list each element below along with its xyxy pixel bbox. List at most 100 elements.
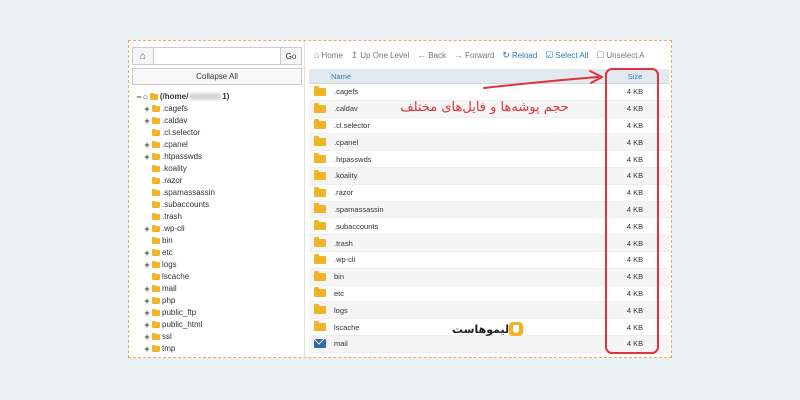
folder-icon — [314, 237, 326, 248]
folder-icon — [152, 344, 160, 352]
expand-toggle-icon[interactable]: + — [143, 103, 151, 115]
brand-watermark: لیموهاست — [448, 322, 524, 336]
expand-toggle-icon[interactable]: + — [143, 295, 151, 307]
tree-item[interactable]: + .caldav — [135, 115, 303, 127]
tree-item-label: ssl — [162, 332, 172, 341]
folder-icon — [314, 270, 326, 281]
redacted-username — [189, 93, 222, 101]
reload-icon: ↻ — [502, 49, 510, 60]
expand-toggle-icon[interactable]: + — [143, 247, 151, 259]
file-name: .razor — [334, 188, 354, 198]
tree-item-label: .cl.selector — [162, 128, 201, 137]
folder-icon — [152, 260, 160, 268]
directory-tree: − ⌂ (/home/1) + .cagefs + .caldav .cl.select… — [135, 91, 303, 355]
file-name: logs — [334, 305, 348, 315]
folder-icon — [152, 248, 160, 256]
file-name: .wp-cli — [334, 255, 356, 265]
go-button[interactable]: Go — [280, 47, 302, 65]
expand-toggle-icon[interactable]: + — [143, 319, 151, 331]
arrow-right-icon: → — [454, 50, 464, 60]
tree-item[interactable]: .subaccounts — [135, 199, 303, 211]
expand-toggle-icon[interactable]: + — [143, 259, 151, 271]
tree-item-label: tmp — [162, 344, 176, 353]
file-name: .cpanel — [334, 137, 359, 147]
tree-item[interactable]: + etc — [135, 247, 303, 259]
tree-item[interactable]: + tmp — [135, 343, 303, 355]
tree-item[interactable]: + .wp-cli — [135, 223, 303, 235]
tree-item[interactable]: + ssl — [135, 331, 303, 343]
file-name: .koality — [334, 171, 358, 181]
tree-item[interactable]: lscache — [135, 271, 303, 283]
tree-item[interactable]: + mail — [135, 283, 303, 295]
folder-icon — [149, 92, 158, 100]
expand-toggle-icon[interactable]: + — [143, 307, 151, 319]
folder-icon — [152, 224, 160, 232]
file-name: bin — [334, 272, 345, 282]
tree-item-label: etc — [162, 248, 173, 257]
folder-icon — [152, 152, 160, 160]
collapse-all-button[interactable]: Collapse All — [132, 68, 302, 85]
expand-toggle-icon[interactable]: + — [143, 283, 151, 295]
folder-icon — [152, 284, 160, 292]
tree-item[interactable]: + .htpasswds — [135, 151, 303, 163]
expand-toggle-icon[interactable]: + — [143, 223, 151, 235]
folder-icon — [314, 85, 326, 96]
tree-item-label: mail — [162, 284, 177, 293]
unselect-all-button[interactable]: ☐ Unselect A — [596, 50, 644, 61]
reload-button[interactable]: ↻ Reload — [502, 50, 537, 61]
tree-item-label: .caldav — [162, 116, 188, 125]
folder-icon — [314, 119, 326, 130]
tree-item[interactable]: + logs — [135, 259, 303, 271]
folder-icon — [152, 212, 160, 220]
path-input[interactable] — [154, 47, 280, 65]
folder-icon — [314, 304, 326, 315]
tree-item[interactable]: .spamassassin — [135, 187, 303, 199]
forward-button[interactable]: → Forward — [454, 50, 494, 60]
tree-item-label: .koality — [162, 164, 187, 173]
tree-item-label: .cpanel — [162, 140, 188, 149]
tree-item[interactable]: .razor — [135, 175, 303, 187]
up-one-level-button[interactable]: ↥ Up One Level — [351, 50, 409, 61]
tree-item[interactable]: + php — [135, 295, 303, 307]
file-name: .subaccounts — [334, 221, 379, 231]
tree-item[interactable]: + .cagefs — [135, 103, 303, 115]
tree-item-label: .spamassassin — [162, 188, 215, 197]
folder-icon — [314, 220, 326, 231]
tree-item[interactable]: .koality — [135, 163, 303, 175]
folder-icon — [152, 104, 160, 112]
file-name: mail — [334, 339, 348, 349]
select-all-button[interactable]: ☑ Select All — [545, 50, 588, 61]
annotation-text: حجم پوشه‌ها و فایل‌های مختلف — [400, 100, 569, 115]
folder-icon — [152, 320, 160, 328]
folder-icon — [152, 200, 160, 208]
folder-icon — [314, 287, 326, 298]
home-path-button[interactable]: ⌂ — [132, 47, 154, 65]
tree-item[interactable]: + public_html — [135, 319, 303, 331]
back-button[interactable]: ← Back — [417, 50, 446, 60]
expand-toggle-icon[interactable]: + — [143, 151, 151, 163]
tree-item[interactable]: .trash — [135, 211, 303, 223]
level-up-icon: ↥ — [350, 49, 359, 60]
checkbox-checked-icon: ☑ — [545, 49, 554, 60]
expand-toggle-icon[interactable]: + — [143, 139, 151, 151]
expand-toggle-icon[interactable]: + — [143, 115, 151, 127]
collapse-toggle-icon[interactable]: − — [135, 91, 143, 103]
expand-toggle-icon[interactable]: + — [143, 343, 151, 355]
folder-icon — [152, 308, 160, 316]
home-button[interactable]: ⌂ Home — [314, 50, 343, 60]
home-icon: ⌂ — [143, 92, 148, 101]
tree-item-label: .cagefs — [162, 104, 188, 113]
tree-item-label: .subaccounts — [162, 200, 210, 209]
tree-root[interactable]: − ⌂ (/home/1) — [135, 91, 303, 103]
tree-item[interactable]: + .cpanel — [135, 139, 303, 151]
tree-root-label: (/home/1) — [159, 92, 230, 101]
expand-toggle-icon[interactable]: + — [143, 331, 151, 343]
tree-item[interactable]: .cl.selector — [135, 127, 303, 139]
folder-icon — [314, 321, 326, 332]
tree-item[interactable]: bin — [135, 235, 303, 247]
tree-item[interactable]: + public_ftp — [135, 307, 303, 319]
folder-icon — [314, 102, 326, 113]
folder-icon — [314, 253, 326, 264]
file-name: .trash — [334, 238, 353, 248]
tree-item-label: public_html — [162, 320, 203, 329]
